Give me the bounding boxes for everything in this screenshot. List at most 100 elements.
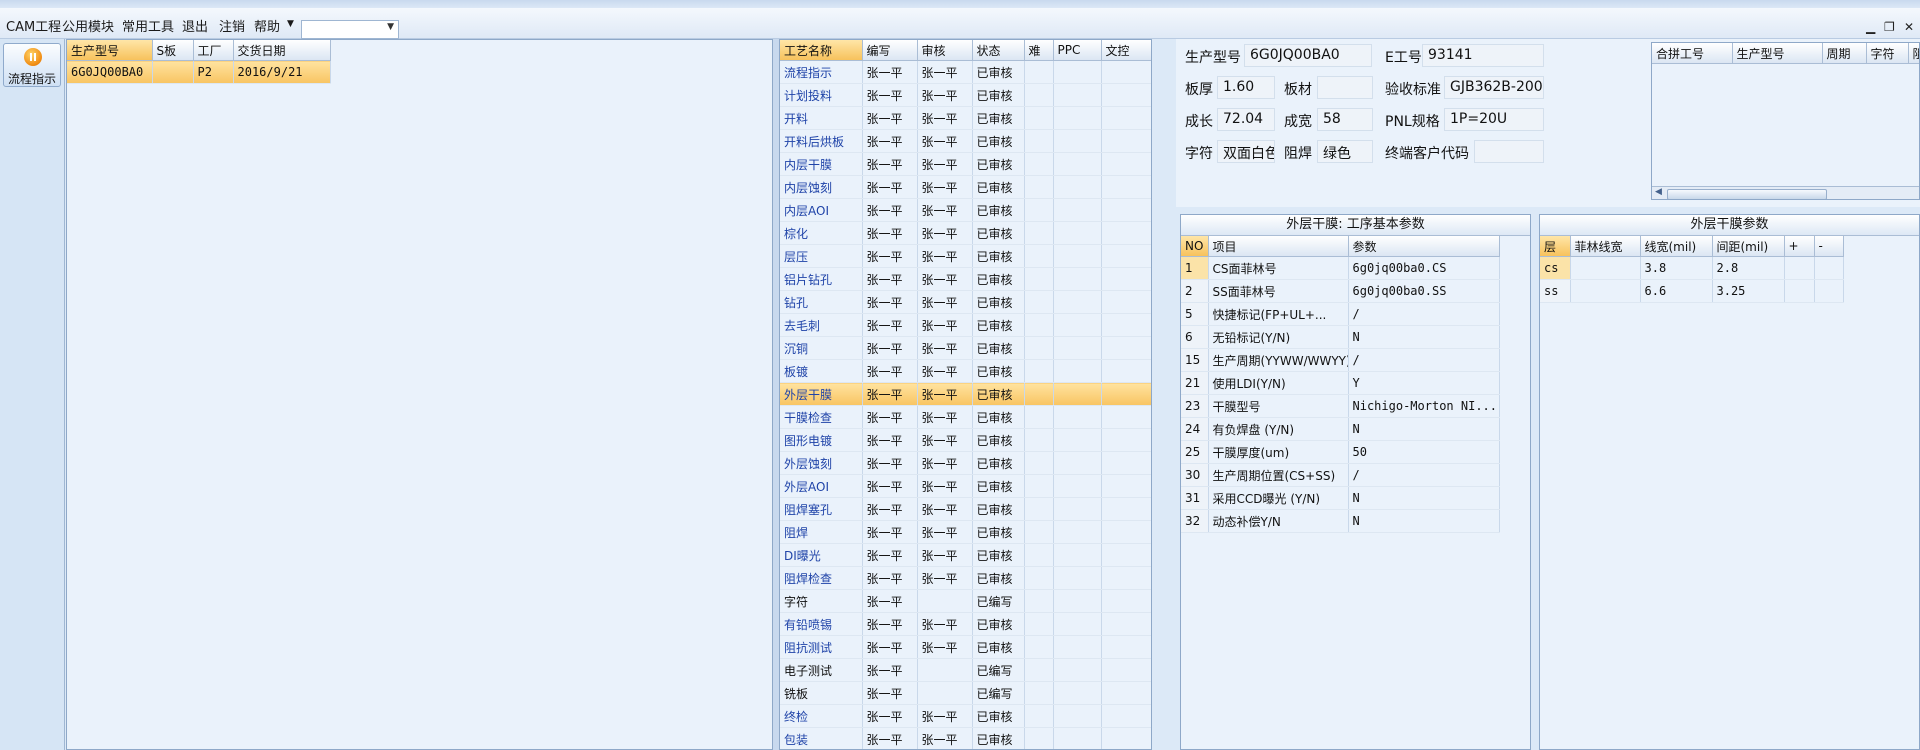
col-header-reviewer[interactable]: 审核 xyxy=(917,40,973,61)
col-header-param[interactable]: 参数 xyxy=(1348,236,1500,257)
col-header-process-name[interactable]: 工艺名称 xyxy=(780,40,863,61)
table-row[interactable]: DI曝光 张一平 张一平 已审核 xyxy=(780,543,1151,567)
col-header-no[interactable]: NO xyxy=(1181,236,1209,257)
remove-column-button[interactable]: - xyxy=(1814,236,1844,257)
help-dropdown-icon[interactable]: ▼ xyxy=(287,19,294,29)
table-row[interactable]: 计划投料 张一平 张一平 已审核 xyxy=(780,83,1151,107)
col-header-delivery-date[interactable]: 交货日期 xyxy=(233,40,331,61)
table-row[interactable]: 外层蚀刻 张一平 张一平 已审核 xyxy=(780,451,1151,475)
col-header-model[interactable]: 生产型号 xyxy=(67,40,153,61)
char-field[interactable]: 双面白色 xyxy=(1217,140,1275,163)
scroll-thumb[interactable] xyxy=(1667,189,1827,199)
menu-logout[interactable]: 注销 xyxy=(219,16,245,35)
table-row[interactable]: 有铅喷锡 张一平 张一平 已审核 xyxy=(780,612,1151,636)
col-header-layer[interactable]: 层 xyxy=(1540,236,1571,257)
close-icon[interactable]: ✕ xyxy=(1904,20,1914,34)
col-header-line-width[interactable]: 线宽(mil) xyxy=(1640,236,1713,257)
minimize-icon[interactable]: ▁ xyxy=(1866,20,1875,34)
table-row[interactable]: 包装 张一平 张一平 已审核 xyxy=(780,727,1151,749)
table-row[interactable]: 15 生产周期(YYWW/WWYY) / xyxy=(1181,348,1500,372)
restore-icon[interactable]: ❐ xyxy=(1884,20,1895,34)
model-field[interactable]: 6G0JQ00BA0 xyxy=(1244,44,1372,67)
col-header-merge-cycle[interactable]: 周期 xyxy=(1822,43,1867,64)
table-row[interactable]: 阻焊塞孔 张一平 张一平 已审核 xyxy=(780,497,1151,521)
standard-field[interactable]: GJB362B-2009 xyxy=(1444,76,1544,99)
table-row[interactable]: ss 6.6 3.25 xyxy=(1540,279,1844,303)
film-line-width: 3.8 xyxy=(1640,256,1713,280)
table-row[interactable]: 外层AOI 张一平 张一平 已审核 xyxy=(780,474,1151,498)
table-row[interactable]: 2 SS面菲林号 6g0jq00ba0.SS xyxy=(1181,279,1500,303)
table-row[interactable]: 5 快捷标记(FP+UL+... / xyxy=(1181,302,1500,326)
menu-exit[interactable]: 退出 xyxy=(182,16,208,35)
col-header-merge-mask[interactable]: 阻焊 xyxy=(1908,43,1919,64)
menu-common-module[interactable]: 公用模块 xyxy=(62,16,114,35)
splitter[interactable] xyxy=(1152,39,1176,750)
table-row[interactable]: 阻焊检查 张一平 张一平 已审核 xyxy=(780,566,1151,590)
table-row[interactable]: 开料后烘板 张一平 张一平 已审核 xyxy=(780,129,1151,153)
table-row[interactable]: 内层干膜 张一平 张一平 已审核 xyxy=(780,152,1151,176)
table-row[interactable]: 内层蚀刻 张一平 张一平 已审核 xyxy=(780,175,1151,199)
table-row[interactable]: 流程指示 张一平 张一平 已审核 xyxy=(780,60,1151,84)
table-row[interactable]: 1 CS面菲林号 6g0jq00ba0.CS xyxy=(1181,256,1500,280)
process-name: 棕化 xyxy=(780,221,863,245)
col-header-ppc[interactable]: PPC xyxy=(1053,40,1102,61)
table-row[interactable]: 21 使用LDI(Y/N) Y xyxy=(1181,371,1500,395)
col-header-film-width[interactable]: 菲林线宽 xyxy=(1570,236,1641,257)
table-row[interactable]: 字符 张一平 已编写 xyxy=(780,589,1151,613)
table-row[interactable]: 阻焊 张一平 张一平 已审核 xyxy=(780,520,1151,544)
table-row[interactable]: 干膜检查 张一平 张一平 已审核 xyxy=(780,405,1151,429)
table-row[interactable]: 23 干膜型号 Nichigo-Morton NI... xyxy=(1181,394,1500,418)
splitter[interactable] xyxy=(1531,214,1539,750)
col-header-spacing[interactable]: 间距(mil) xyxy=(1712,236,1785,257)
table-row[interactable]: 开料 张一平 张一平 已审核 xyxy=(780,106,1151,130)
table-row[interactable]: 去毛刺 张一平 张一平 已审核 xyxy=(780,313,1151,337)
add-column-button[interactable]: + xyxy=(1784,236,1815,257)
col-header-merge-char[interactable]: 字符 xyxy=(1866,43,1909,64)
table-row[interactable]: 棕化 张一平 张一平 已审核 xyxy=(780,221,1151,245)
pnl-field[interactable]: 1P=20U xyxy=(1444,108,1544,131)
col-header-merge-model[interactable]: 生产型号 xyxy=(1732,43,1823,64)
col-header-merge-no[interactable]: 合拼工号 xyxy=(1652,43,1733,64)
table-row[interactable]: 6G0JQ00BA0 P2 2016/9/21 xyxy=(67,60,331,84)
menu-combo-select[interactable]: ▼ xyxy=(301,20,399,39)
col-header-doc-control[interactable]: 文控 xyxy=(1101,40,1151,61)
col-header-status[interactable]: 状态 xyxy=(972,40,1025,61)
col-header-author[interactable]: 编写 xyxy=(862,40,918,61)
table-row[interactable]: 30 生产周期位置(CS+SS) / xyxy=(1181,463,1500,487)
length-field[interactable]: 72.04 xyxy=(1217,108,1275,131)
table-row[interactable]: 层压 张一平 张一平 已审核 xyxy=(780,244,1151,268)
table-row[interactable]: 阻抗测试 张一平 张一平 已审核 xyxy=(780,635,1151,659)
table-row[interactable]: 6 无铅标记(Y/N) N xyxy=(1181,325,1500,349)
width-field[interactable]: 58 xyxy=(1317,108,1373,131)
thickness-field[interactable]: 1.60 xyxy=(1217,76,1275,99)
eno-field[interactable]: 93141 xyxy=(1422,44,1544,67)
table-row[interactable]: cs 3.8 2.8 xyxy=(1540,256,1844,280)
mask-field[interactable]: 绿色 xyxy=(1317,140,1373,163)
horizontal-scrollbar[interactable]: ◀ xyxy=(1652,186,1919,199)
menu-common-tools[interactable]: 常用工具 xyxy=(122,16,174,35)
table-row[interactable]: 32 动态补偿Y/N N xyxy=(1181,509,1500,533)
table-row[interactable]: 内层AOI 张一平 张一平 已审核 xyxy=(780,198,1151,222)
menu-cam-project[interactable]: CAM工程 xyxy=(6,16,61,35)
flow-indicator-button[interactable]: 流程指示 xyxy=(3,43,61,87)
table-row[interactable]: 24 有负焊盘 (Y/N) N xyxy=(1181,417,1500,441)
table-row[interactable]: 31 采用CCD曝光 (Y/N) N xyxy=(1181,486,1500,510)
table-row[interactable]: 图形电镀 张一平 张一平 已审核 xyxy=(780,428,1151,452)
table-row[interactable]: 外层干膜 张一平 张一平 已审核 xyxy=(780,382,1151,406)
menu-help[interactable]: 帮助 xyxy=(254,16,280,35)
material-field[interactable] xyxy=(1317,76,1373,99)
table-row[interactable]: 25 干膜厚度(um) 50 xyxy=(1181,440,1500,464)
col-header-difficulty[interactable]: 难 xyxy=(1024,40,1054,61)
table-row[interactable]: 终检 张一平 张一平 已审核 xyxy=(780,704,1151,728)
table-row[interactable]: 沉铜 张一平 张一平 已审核 xyxy=(780,336,1151,360)
table-row[interactable]: 板镀 张一平 张一平 已审核 xyxy=(780,359,1151,383)
col-header-item[interactable]: 项目 xyxy=(1208,236,1349,257)
col-header-factory[interactable]: 工厂 xyxy=(193,40,234,61)
customer-field[interactable] xyxy=(1474,140,1544,163)
table-row[interactable]: 钻孔 张一平 张一平 已审核 xyxy=(780,290,1151,314)
table-row[interactable]: 铣板 张一平 已编写 xyxy=(780,681,1151,705)
scroll-left-icon[interactable]: ◀ xyxy=(1655,187,1662,197)
table-row[interactable]: 电子测试 张一平 已编写 xyxy=(780,658,1151,682)
table-row[interactable]: 铝片钻孔 张一平 张一平 已审核 xyxy=(780,267,1151,291)
col-header-s-board[interactable]: S板 xyxy=(152,40,194,61)
